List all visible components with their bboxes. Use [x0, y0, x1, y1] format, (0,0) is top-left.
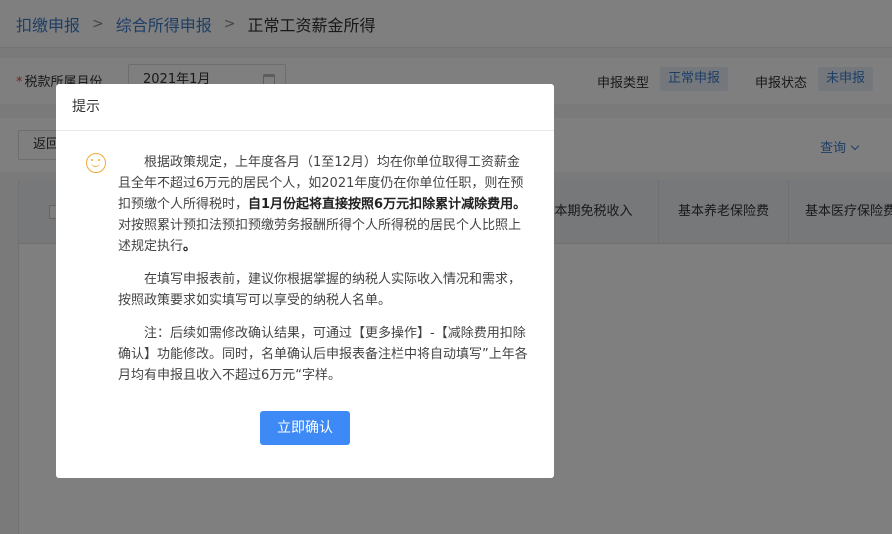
- dialog-title: 提示: [56, 84, 554, 131]
- dialog-paragraph-note: 注：后续如需修改确认结果，可通过【更多操作】-【减除费用扣除确认】功能修改。同时…: [118, 326, 528, 383]
- dialog-body: 根据政策规定，上年度各月（1至12月）均在你单位取得工资薪金且全年不超过6万元的…: [118, 152, 528, 398]
- notice-dialog: 提示 根据政策规定，上年度各月（1至12月）均在你单位取得工资薪金且全年不超过6…: [56, 84, 554, 478]
- dialog-paragraph-advice: 在填写申报表前，建议你根据掌握的纳税人实际收入情况和需求，按照政策要求如实填写可…: [118, 272, 522, 308]
- smile-icon: [86, 153, 106, 173]
- dialog-paragraph-policy: 根据政策规定，上年度各月（1至12月）均在你单位取得工资薪金且全年不超过6万元的…: [118, 155, 527, 254]
- confirm-button[interactable]: 立即确认: [260, 411, 350, 445]
